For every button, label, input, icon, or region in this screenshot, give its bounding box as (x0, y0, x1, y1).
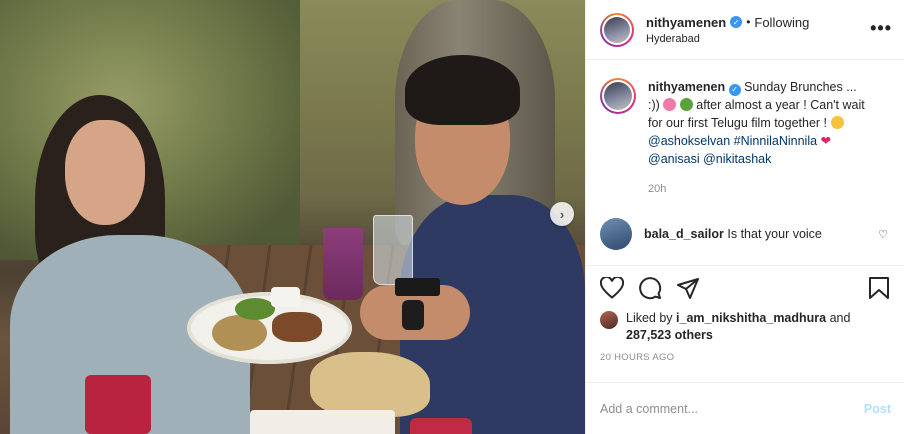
avatar[interactable] (600, 311, 618, 329)
avatar[interactable] (600, 12, 634, 47)
verified-badge-icon: ✓ (730, 16, 743, 28)
header-username[interactable]: nithyamenen (646, 15, 726, 30)
comments-section: nithyamenen ✓ Sunday Brunches ... :)) af… (586, 60, 904, 266)
dish-bottom (250, 410, 395, 434)
liker-username[interactable]: i_am_nikshitha_madhura (676, 311, 826, 325)
separator-dot: • (746, 15, 751, 29)
following-button[interactable]: Following (754, 15, 809, 30)
post-image[interactable]: › (0, 0, 585, 434)
mention-link[interactable]: @anisasi (648, 152, 700, 166)
comment-username[interactable]: bala_d_sailor (644, 227, 724, 241)
location-link[interactable]: Hyderabad (646, 33, 809, 45)
grin-emoji-icon (830, 116, 844, 129)
likes-summary: Liked by i_am_nikshitha_madhura and 287,… (586, 304, 904, 344)
caption-username[interactable]: nithyamenen (648, 80, 725, 94)
phone-object (395, 278, 440, 296)
caption-line2: after almost a year ! (696, 98, 807, 112)
meat-food (272, 312, 322, 342)
heart-icon[interactable] (600, 277, 624, 299)
verified-badge-icon: ✓ (728, 84, 741, 96)
paper-plane-icon[interactable] (676, 276, 700, 300)
mention-link[interactable]: @ashokselvan (648, 134, 730, 148)
post-button[interactable]: Post (864, 402, 891, 416)
comment-bubble-icon[interactable] (638, 276, 662, 300)
likes-and: and (829, 311, 851, 325)
heart-emoji-icon: ❤ (820, 134, 832, 148)
comment-item: bala_d_sailor Is that your voice ♡ (600, 218, 890, 250)
comment-like-icon[interactable]: ♡ (878, 228, 888, 241)
salad-food (235, 298, 275, 320)
avatar[interactable] (600, 218, 632, 250)
comment-input[interactable] (600, 401, 864, 416)
comment-body: Is that your voice (727, 227, 822, 241)
flower-emoji-icon (663, 98, 677, 111)
likes-count[interactable]: 287,523 others (626, 328, 713, 342)
post-timestamp[interactable]: 20 HOURS AGO (586, 344, 904, 363)
red-drink-glass-2 (410, 418, 472, 434)
sauce-cup (271, 287, 300, 307)
purple-drink-glass (323, 228, 363, 300)
likes-prefix: Liked by (626, 311, 673, 325)
caption: nithyamenen ✓ Sunday Brunches ... :)) af… (600, 78, 890, 198)
chevron-right-icon[interactable]: › (550, 202, 574, 226)
post-sidebar: nithyamenen ✓ • Following Hyderabad ••• … (585, 0, 904, 434)
post-header: nithyamenen ✓ • Following Hyderabad ••• (586, 0, 904, 60)
hashtag-link[interactable]: #NinnilaNinnila (734, 134, 817, 148)
leaf-emoji-icon (679, 98, 693, 111)
bookmark-icon[interactable] (868, 276, 890, 300)
chips-basket (310, 352, 430, 417)
comment-text: bala_d_sailor Is that your voice (644, 227, 822, 241)
rice-food (212, 315, 267, 351)
mention-link[interactable]: @nikitashak (703, 152, 771, 166)
more-options-icon[interactable]: ••• (870, 18, 892, 39)
watch-object (402, 300, 424, 330)
red-drink-glass (85, 375, 151, 434)
caption-text: nithyamenen ✓ Sunday Brunches ... :)) af… (648, 78, 868, 198)
add-comment-bar: Post (586, 382, 904, 434)
caption-time: 20h (648, 183, 667, 195)
action-bar (586, 266, 904, 304)
water-glass (373, 215, 413, 285)
caption-avatar[interactable] (600, 78, 636, 114)
